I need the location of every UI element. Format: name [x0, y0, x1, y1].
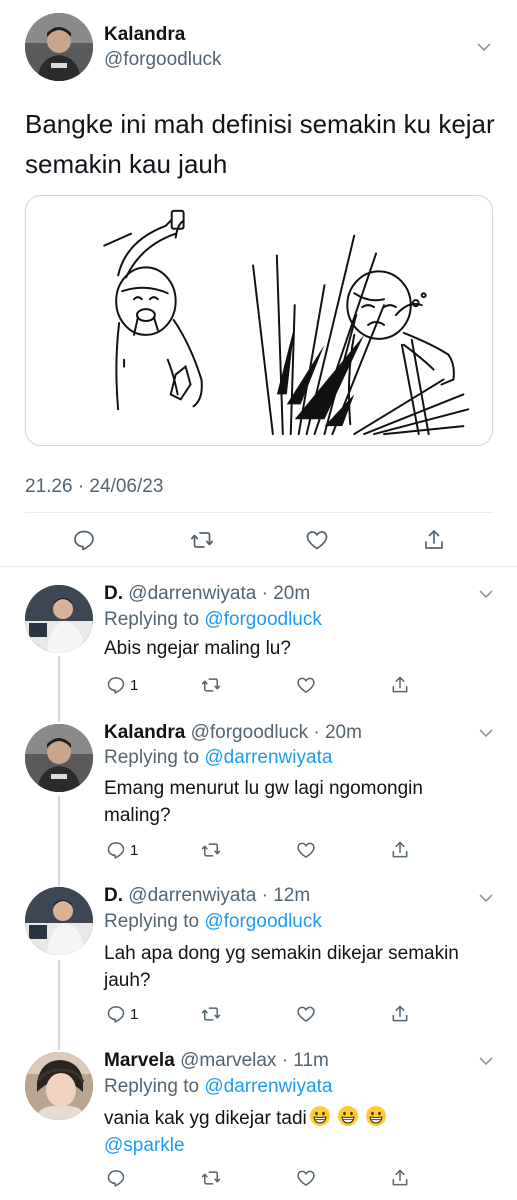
like-icon[interactable] — [304, 527, 330, 553]
replying-label: Replying to — [104, 1076, 205, 1097]
mention-link[interactable]: @darrenwiyata — [204, 747, 332, 768]
replying-label: Replying to — [104, 911, 205, 932]
replying-to: Replying to @darrenwiyata — [104, 1076, 332, 1098]
chevron-down-icon[interactable] — [477, 1052, 495, 1070]
reply-count: 1 — [130, 676, 139, 694]
chevron-down-icon[interactable] — [477, 585, 495, 603]
avatar[interactable] — [25, 585, 93, 653]
reply-count: 1 — [130, 1005, 139, 1023]
mention-link[interactable]: @darrenwiyata — [204, 1076, 332, 1097]
avatar[interactable] — [25, 13, 93, 81]
reply-text: Abis ngejar maling lu? — [104, 638, 291, 659]
chevron-down-icon[interactable] — [477, 889, 495, 907]
divider — [0, 566, 517, 567]
grinning-face-emoji-icon — [309, 1105, 331, 1127]
share-icon[interactable] — [390, 1003, 410, 1025]
author-meta[interactable]: @marvelax · 11m — [180, 1050, 329, 1071]
reply-text: Emang menurut lu gw lagi ngomongin malin… — [104, 778, 423, 826]
like-icon[interactable] — [296, 839, 316, 861]
avatar[interactable] — [25, 724, 93, 792]
reply-text: Lah apa dong yg semakin dikejar semakin … — [104, 943, 459, 991]
reply-icon[interactable] — [71, 527, 97, 553]
like-icon[interactable] — [296, 1003, 316, 1025]
mention-link[interactable]: @forgoodluck — [204, 609, 322, 630]
author-name[interactable]: Kalandra — [104, 24, 185, 46]
reply-button[interactable] — [106, 1167, 126, 1189]
replying-to: Replying to @forgoodluck — [104, 911, 322, 933]
thread-line — [58, 796, 60, 886]
chevron-down-icon[interactable] — [475, 38, 493, 56]
main-tweet: Kalandra @forgoodluck Bangke ini mah def… — [0, 0, 517, 566]
replying-to: Replying to @forgoodluck — [104, 609, 322, 631]
author-name[interactable]: Marvela — [104, 1050, 175, 1071]
retweet-icon[interactable] — [201, 1167, 221, 1189]
retweet-icon[interactable] — [189, 527, 215, 553]
chevron-down-icon[interactable] — [477, 724, 495, 742]
tweet-image[interactable] — [25, 195, 493, 446]
reply-count: 1 — [130, 841, 139, 859]
reply-icon — [107, 842, 125, 859]
like-icon[interactable] — [296, 1167, 316, 1189]
mention-link[interactable]: @forgoodluck — [204, 911, 322, 932]
author-handle[interactable]: @forgoodluck — [104, 49, 222, 71]
mention-link[interactable]: @sparkle — [104, 1135, 185, 1156]
reply-icon — [107, 1170, 125, 1187]
retweet-icon[interactable] — [201, 1003, 221, 1025]
author-meta[interactable]: @forgoodluck · 20m — [191, 722, 362, 743]
replying-to: Replying to @darrenwiyata — [104, 747, 332, 769]
reply-icon — [107, 1006, 125, 1023]
thread-line — [58, 960, 60, 1050]
reply-button[interactable]: 1 — [106, 1003, 138, 1025]
grinning-face-emoji-icon — [337, 1105, 359, 1127]
reply-text: vania kak yg dikejar tadi @sparkle — [104, 1105, 499, 1159]
author-meta[interactable]: @darrenwiyata · 12m — [128, 885, 310, 906]
avatar[interactable] — [25, 887, 93, 955]
retweet-icon[interactable] — [201, 674, 221, 696]
reply-button[interactable]: 1 — [106, 674, 138, 696]
grinning-face-emoji-icon — [365, 1105, 387, 1127]
replying-label: Replying to — [104, 609, 205, 630]
share-icon[interactable] — [390, 674, 410, 696]
divider — [25, 512, 493, 513]
author-meta[interactable]: @darrenwiyata · 20m — [128, 583, 310, 604]
tweet-text: Bangke ini mah definisi semakin ku kejar… — [25, 109, 495, 179]
reply-button[interactable]: 1 — [106, 839, 138, 861]
share-icon[interactable] — [390, 1167, 410, 1189]
author-name[interactable]: Kalandra — [104, 722, 185, 743]
replying-label: Replying to — [104, 747, 205, 768]
reply-icon — [107, 677, 125, 694]
like-icon[interactable] — [296, 674, 316, 696]
thread-line — [58, 656, 60, 722]
tweet-timestamp[interactable]: 21.26 · 24/06/23 — [25, 476, 163, 498]
share-icon[interactable] — [390, 839, 410, 861]
reply-text-body: vania kak yg dikejar tadi — [104, 1108, 307, 1129]
share-icon[interactable] — [421, 527, 447, 553]
retweet-icon[interactable] — [201, 839, 221, 861]
author-name[interactable]: D. — [104, 583, 123, 604]
avatar[interactable] — [25, 1052, 93, 1120]
author-name[interactable]: D. — [104, 885, 123, 906]
